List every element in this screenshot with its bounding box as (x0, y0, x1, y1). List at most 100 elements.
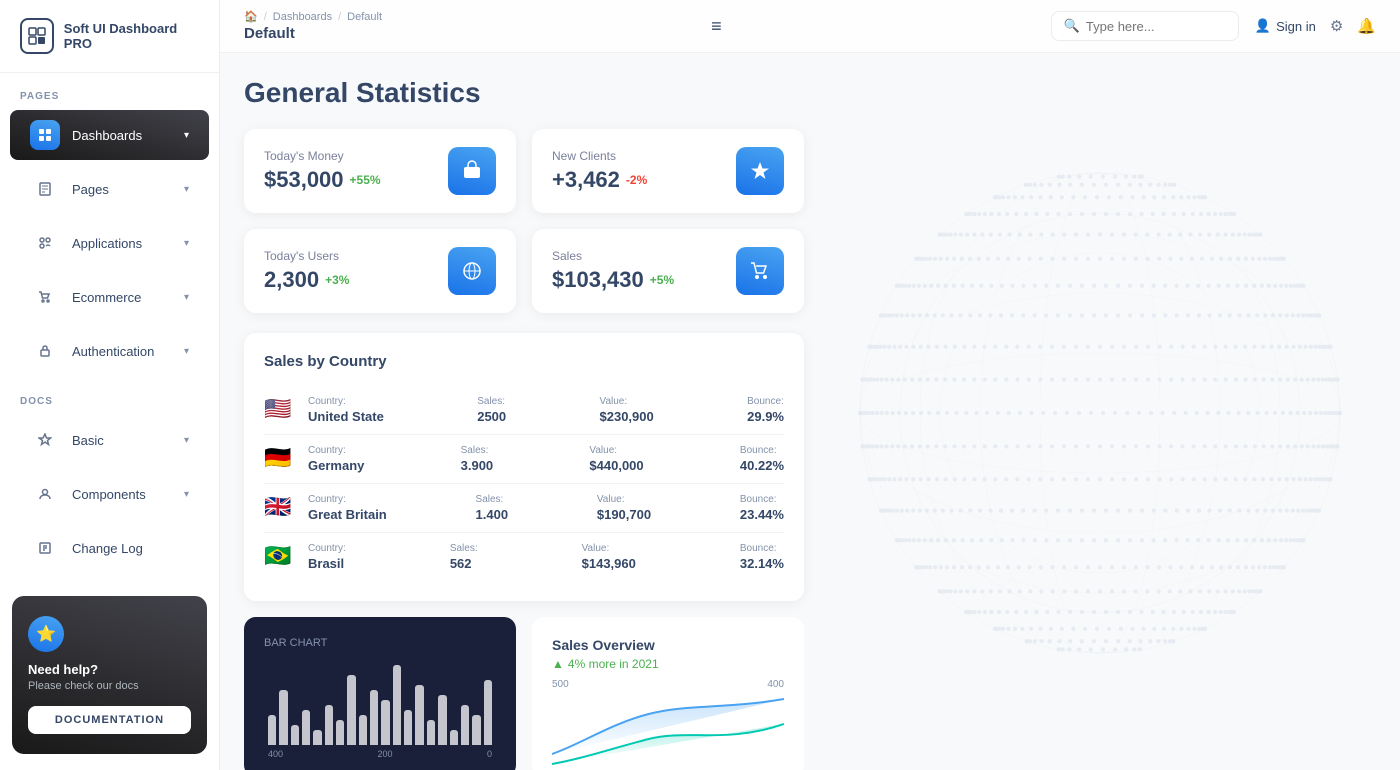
stat-label: New Clients (552, 149, 647, 163)
sidebar-item-changelog-label: Change Log (72, 541, 143, 556)
stat-label: Sales (552, 249, 674, 263)
breadcrumb-default: Default (347, 11, 382, 23)
stat-icon (448, 247, 496, 295)
overview-title: Sales Overview (552, 637, 784, 653)
country-bounce: 23.44% (740, 507, 784, 522)
bar (336, 720, 344, 745)
trend-up-icon: ▲ (552, 657, 564, 671)
country-value: $143,960 (582, 556, 636, 571)
sidebar-item-authentication[interactable]: Authentication ▾ (10, 326, 209, 376)
bar (461, 705, 469, 745)
stat-value: 2,300 +3% (264, 267, 349, 293)
sidebar-item-pages[interactable]: Pages ▾ (10, 164, 209, 214)
country-bounce: 40.22% (740, 458, 784, 473)
country-bounce: 32.14% (740, 556, 784, 571)
dashboards-icon (30, 120, 60, 150)
country-table: 🇺🇸 Country: United State Sales: 2500 Val… (264, 386, 784, 581)
chart-y-label-400: 400 (268, 749, 283, 759)
country-name: Germany (308, 458, 364, 473)
overview-subtitle: ▲ 4% more in 2021 (552, 657, 784, 671)
ecommerce-chevron: ▾ (184, 292, 189, 303)
sidebar-item-ecommerce[interactable]: Ecommerce ▾ (10, 272, 209, 322)
bar (427, 720, 435, 745)
country-value: $440,000 (589, 458, 643, 473)
stat-label: Today's Money (264, 149, 381, 163)
logo-text: Soft UI Dashboard PRO (64, 21, 199, 51)
bar (381, 700, 389, 745)
country-flag: 🇬🇧 (264, 494, 296, 520)
user-icon: 👤 (1255, 18, 1271, 34)
table-row: 🇧🇷 Country: Brasil Sales: 562 Value: $14… (264, 533, 784, 581)
search-input[interactable] (1086, 19, 1226, 34)
stat-change: -2% (626, 173, 647, 187)
country-sales: 562 (450, 556, 478, 571)
authentication-icon (30, 336, 60, 366)
table-row: 🇺🇸 Country: United State Sales: 2500 Val… (264, 386, 784, 435)
sidebar-item-basic[interactable]: Basic ▾ (10, 415, 209, 465)
search-icon: 🔍 (1064, 18, 1080, 34)
lower-section: Sales by Country 🇺🇸 Country: United Stat… (244, 333, 804, 601)
bar (325, 705, 333, 745)
help-subtitle: Please check our docs (28, 680, 191, 692)
components-icon (30, 479, 60, 509)
sidebar-help-card: ⭐ Need help? Please check our docs DOCUM… (12, 596, 207, 754)
pages-section-label: PAGES (0, 73, 219, 108)
sidebar-item-pages-label: Pages (72, 182, 109, 197)
documentation-button[interactable]: DOCUMENTATION (28, 706, 191, 734)
breadcrumb-path: 🏠 / Dashboards / Default (244, 10, 382, 23)
notification-icon[interactable]: 🔔 (1357, 17, 1376, 35)
search-box: 🔍 (1051, 11, 1239, 41)
bar (370, 690, 378, 745)
stat-value: $103,430 +5% (552, 267, 674, 293)
stat-change: +5% (650, 273, 674, 287)
basic-icon (30, 425, 60, 455)
stat-card-today's-users: Today's Users 2,300 +3% (244, 229, 516, 313)
signin-button[interactable]: 👤 Sign in (1255, 18, 1316, 34)
bar (484, 680, 492, 745)
stat-change: +55% (350, 173, 381, 187)
hamburger-button[interactable]: ≡ (703, 12, 730, 41)
sales-by-country-card: Sales by Country 🇺🇸 Country: United Stat… (244, 333, 804, 601)
sales-overview-card: Sales Overview ▲ 4% more in 2021 500 400 (532, 617, 804, 770)
country-value: $230,900 (600, 409, 654, 424)
country-name: United State (308, 409, 384, 424)
settings-icon[interactable]: ⚙ (1330, 17, 1343, 35)
sidebar-item-changelog[interactable]: Change Log (10, 523, 209, 573)
breadcrumb-dashboards: Dashboards (273, 11, 332, 23)
content-wrapper: // Generate globe dots const svgNS = "ht… (220, 53, 1400, 770)
help-title: Need help? (28, 662, 191, 677)
authentication-chevron: ▾ (184, 346, 189, 357)
bar (450, 730, 458, 745)
topbar: 🏠 / Dashboards / Default Default ≡ 🔍 👤 S… (220, 0, 1400, 53)
sidebar-item-components[interactable]: Components ▾ (10, 469, 209, 519)
stat-card-sales: Sales $103,430 +5% (532, 229, 804, 313)
bar (415, 685, 423, 745)
basic-chevron: ▾ (184, 435, 189, 446)
docs-section-label: DOCS (0, 378, 219, 413)
applications-icon (30, 228, 60, 258)
stat-value: $53,000 +55% (264, 167, 381, 193)
sidebar-item-applications[interactable]: Applications ▾ (10, 218, 209, 268)
bar-chart-card: BAR CHART 400 200 0 (244, 617, 516, 770)
country-flag: 🇧🇷 (264, 543, 296, 569)
sidebar-item-ecommerce-label: Ecommerce (72, 290, 141, 305)
breadcrumb-current: Default (244, 25, 382, 42)
sidebar-item-components-label: Components (72, 487, 146, 502)
country-name: Brasil (308, 556, 346, 571)
sales-country-title: Sales by Country (264, 353, 784, 370)
bar (268, 715, 276, 745)
table-row: 🇩🇪 Country: Germany Sales: 3.900 Value: … (264, 435, 784, 484)
overview-y-400: 400 (767, 679, 784, 690)
overview-y-500: 500 (552, 679, 569, 690)
page-content: General Statistics Today's Money $53,000… (220, 53, 1400, 770)
country-name: Great Britain (308, 507, 387, 522)
sidebar: Soft UI Dashboard PRO PAGES Dashboards ▾ (0, 0, 220, 770)
changelog-icon (30, 533, 60, 563)
bar-chart-area (264, 655, 496, 745)
breadcrumb: 🏠 / Dashboards / Default Default (244, 10, 382, 42)
chart-y-label-200: 200 (377, 749, 392, 759)
sidebar-item-dashboards[interactable]: Dashboards ▾ (10, 110, 209, 160)
stat-value: +3,462 -2% (552, 167, 647, 193)
help-star-icon: ⭐ (28, 616, 64, 652)
bar (393, 665, 401, 745)
